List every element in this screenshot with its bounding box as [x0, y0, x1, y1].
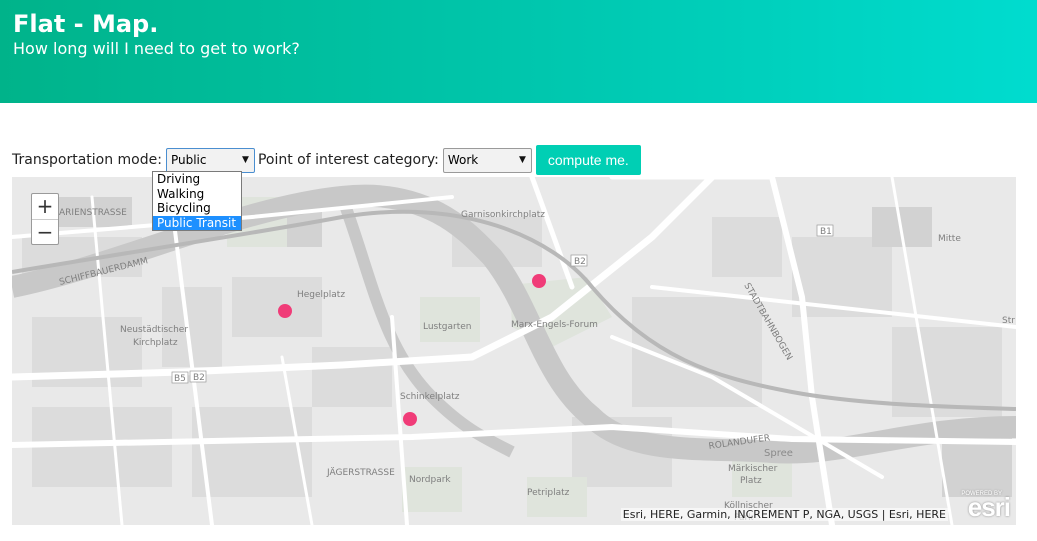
map-label-spree: Spree	[764, 448, 793, 459]
map-label-platz: Platz	[740, 476, 762, 486]
map-label-mitte: Mitte	[938, 234, 961, 244]
poi-category-label: Point of interest category:	[257, 152, 439, 168]
page-title: Flat - Map.	[13, 10, 159, 38]
transport-option-walking[interactable]: Walking	[153, 187, 241, 202]
transport-option-bicycling[interactable]: Bicycling	[153, 201, 241, 216]
map-label-hegelplatz: Hegelplatz	[297, 290, 345, 300]
transport-mode-dropdown: Driving Walking Bicycling Public Transit	[152, 171, 242, 231]
marker-3[interactable]	[403, 412, 417, 426]
map-label-str: Str	[1002, 316, 1015, 326]
marker-2[interactable]	[532, 274, 546, 288]
zoom-control: + −	[31, 193, 59, 245]
poi-category-select[interactable]: Work ▼	[442, 147, 532, 173]
poi-category-value: Work	[447, 152, 479, 167]
marker-1[interactable]	[278, 304, 292, 318]
page-header: Flat - Map. How long will I need to get …	[0, 0, 1037, 103]
chevron-down-icon: ▼	[242, 154, 249, 165]
map-label-jaegerstrasse: JÄGERSTRASSE	[326, 467, 395, 478]
transport-mode-select[interactable]: Public Transit ▼	[165, 147, 255, 190]
transport-option-driving[interactable]: Driving	[153, 172, 241, 187]
map-label-marx-engels-forum: Marx-Engels-Forum	[511, 320, 598, 330]
chevron-down-icon: ▼	[518, 154, 526, 165]
map-label-b1: B1	[820, 227, 832, 237]
map-label-b5: B5	[174, 374, 186, 384]
esri-logo[interactable]: esri	[968, 492, 1011, 523]
map-label-b2-north: B2	[574, 257, 586, 267]
map-label-neustaedtischer: Neustädtischer	[120, 325, 188, 335]
map-label-b2-west: B2	[193, 373, 205, 383]
page-subtitle: How long will I need to get to work?	[13, 39, 300, 58]
map-label-garnisonkirchplatz: Garnisonkirchplatz	[461, 210, 545, 220]
transport-option-public-transit[interactable]: Public Transit	[153, 215, 241, 230]
map-label-petriplatz: Petriplatz	[527, 488, 570, 498]
transport-mode-label: Transportation mode:	[12, 152, 162, 168]
map-label-lustgarten: Lustgarten	[423, 322, 471, 332]
controls-bar: Transportation mode: Public Transit ▼ Po…	[12, 145, 641, 190]
zoom-in-button[interactable]: +	[32, 194, 58, 219]
compute-button[interactable]: compute me.	[535, 145, 641, 175]
map-label-maerkischer: Märkischer	[728, 464, 778, 474]
map-label-arienstrasse: ARIENSTRASSE	[59, 208, 127, 218]
zoom-out-button[interactable]: −	[32, 219, 58, 244]
map-label-nordpark: Nordpark	[409, 475, 451, 485]
map-attribution: Esri, HERE, Garmin, INCREMENT P, NGA, US…	[620, 508, 948, 521]
map-label-schinkelplatz: Schinkelplatz	[400, 392, 460, 402]
map-label-kirchplatz: Kirchplatz	[133, 338, 178, 348]
